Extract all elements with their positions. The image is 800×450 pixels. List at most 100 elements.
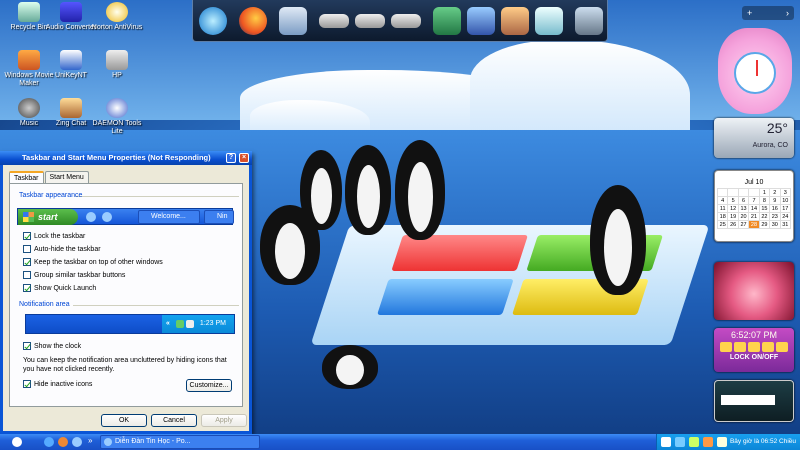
notification-info-text: You can keep the notification area unclu…: [23, 357, 227, 373]
calendar-day[interactable]: 12: [727, 204, 739, 213]
calendar-day[interactable]: 6: [737, 196, 750, 205]
lock-toggle[interactable]: LOCK ON/OFF: [714, 354, 794, 361]
tray-icon[interactable]: [703, 437, 713, 447]
tools-icon[interactable]: [501, 6, 529, 35]
drive-icon[interactable]: [391, 13, 421, 28]
my-computer-icon[interactable]: [279, 6, 307, 35]
calendar-day[interactable]: 30: [769, 220, 781, 229]
calendar-day[interactable]: 3: [779, 188, 792, 197]
calendar-day[interactable]: 16: [769, 204, 781, 213]
calendar-day[interactable]: [737, 188, 750, 197]
desktop-icon-daemon-tools[interactable]: DAEMON Tools Lite: [88, 98, 146, 136]
desktop-icon-norton-antivirus[interactable]: Norton AntiVirus: [88, 2, 146, 32]
calendar-day[interactable]: 7: [748, 196, 760, 205]
customize-button[interactable]: Customize...: [186, 379, 232, 392]
calendar-day[interactable]: 10: [779, 196, 792, 205]
calendar-day[interactable]: 9: [769, 196, 781, 205]
top-dock: [192, 0, 608, 42]
power-icon[interactable]: [720, 342, 732, 352]
recycle-bin-icon[interactable]: [575, 6, 603, 35]
tray-icon[interactable]: [675, 437, 685, 447]
calendar-day[interactable]: 11: [716, 204, 729, 213]
slideshow-gadget[interactable]: [714, 262, 794, 320]
notebook-icon[interactable]: [433, 6, 461, 35]
apply-button[interactable]: Apply: [201, 414, 247, 427]
option-keep-on-top[interactable]: Keep the taskbar on top of other windows: [23, 257, 163, 267]
tray-icon[interactable]: [661, 437, 671, 447]
desktop-icon-hp[interactable]: HP: [88, 50, 146, 80]
calendar-day[interactable]: 8: [758, 196, 771, 205]
dialog-titlebar[interactable]: Taskbar and Start Menu Properties (Not R…: [0, 151, 252, 165]
calendar-day[interactable]: 19: [727, 212, 739, 221]
internet-explorer-icon[interactable]: [199, 6, 227, 35]
checkbox[interactable]: [23, 232, 31, 240]
add-gadget-button[interactable]: +: [747, 8, 752, 18]
calendar-day[interactable]: 21: [748, 212, 760, 221]
calendar-day[interactable]: 22: [758, 212, 771, 221]
start-button-icon[interactable]: [12, 437, 22, 447]
settings-icon[interactable]: [748, 342, 760, 352]
notes-field[interactable]: [721, 395, 775, 405]
option-group-buttons[interactable]: Group similar taskbar buttons: [23, 270, 125, 280]
option-hide-inactive[interactable]: Hide inactive icons: [23, 379, 92, 389]
calendar-day[interactable]: [716, 188, 729, 197]
drive-icon[interactable]: [355, 13, 385, 28]
sleep-icon[interactable]: [776, 342, 788, 352]
calendar-day[interactable]: 4: [716, 196, 729, 205]
checkbox[interactable]: [23, 271, 31, 279]
calendar-day[interactable]: 1: [758, 188, 771, 197]
calendar-day[interactable]: 17: [779, 204, 792, 213]
checkbox[interactable]: [23, 245, 31, 253]
tray-icon[interactable]: [689, 437, 699, 447]
firefox-icon[interactable]: [58, 437, 68, 447]
calendar-gadget[interactable]: Jul 10 1 2 3 4 5 6 7 8 9 10 11 12 13 14 15 16 17 18 19 20 21…: [714, 170, 794, 242]
cancel-button[interactable]: Cancel: [151, 414, 197, 427]
calendar-day[interactable]: 28: [748, 220, 760, 229]
calendar-day[interactable]: [727, 188, 739, 197]
calendar-day[interactable]: 13: [737, 204, 750, 213]
calendar-day[interactable]: 29: [758, 220, 771, 229]
option-quick-launch[interactable]: Show Quick Launch: [23, 283, 96, 293]
help-button[interactable]: ?: [226, 153, 236, 163]
calendar-day[interactable]: 20: [737, 212, 750, 221]
calendar-day[interactable]: 5: [727, 196, 739, 205]
checkbox[interactable]: [23, 284, 31, 292]
taskbar-task-button[interactable]: Diễn Đàn Tin Học - Po...: [100, 435, 260, 449]
calendar-day[interactable]: 18: [716, 212, 729, 221]
calendar-day[interactable]: 15: [758, 204, 771, 213]
pig-clock-gadget[interactable]: [718, 28, 792, 114]
tray-icon[interactable]: [717, 437, 727, 447]
taskbar-clock[interactable]: Bây giờ là 06:52 Chiều: [730, 434, 796, 450]
drive-icon[interactable]: [319, 13, 349, 28]
picture-icon[interactable]: [467, 6, 495, 35]
internet-explorer-icon[interactable]: [72, 437, 82, 447]
checkbox[interactable]: [23, 342, 31, 350]
calendar-day[interactable]: [748, 188, 760, 197]
next-page-button[interactable]: ›: [786, 8, 789, 18]
close-button[interactable]: ×: [239, 153, 249, 163]
ok-button[interactable]: OK: [101, 414, 147, 427]
notes-gadget[interactable]: [714, 380, 794, 422]
calendar-day[interactable]: 31: [779, 220, 792, 229]
checkbox[interactable]: [23, 380, 31, 388]
calendar-day[interactable]: 14: [748, 204, 760, 213]
calendar-day[interactable]: 24: [779, 212, 792, 221]
calendar-day[interactable]: 2: [769, 188, 781, 197]
calendar-day[interactable]: 27: [737, 220, 750, 229]
quick-launch-expand-icon[interactable]: »: [88, 436, 92, 445]
checkbox[interactable]: [23, 258, 31, 266]
logoff-icon[interactable]: [762, 342, 774, 352]
digital-clock-gadget[interactable]: 6:52:07 PM LOCK ON/OFF: [714, 328, 794, 372]
notepad-icon[interactable]: [535, 6, 563, 35]
calendar-day[interactable]: 25: [716, 220, 729, 229]
calendar-day[interactable]: 26: [727, 220, 739, 229]
restart-icon[interactable]: [734, 342, 746, 352]
option-auto-hide[interactable]: Auto-hide the taskbar: [23, 244, 101, 254]
quick-launch-icon[interactable]: [44, 437, 54, 447]
weather-gadget[interactable]: 25° Aurora, CO: [714, 118, 794, 158]
firefox-icon[interactable]: [239, 6, 267, 35]
tab-start-menu[interactable]: Start Menu: [44, 171, 89, 183]
calendar-day[interactable]: 23: [769, 212, 781, 221]
option-lock-taskbar[interactable]: Lock the taskbar: [23, 231, 85, 241]
option-show-clock[interactable]: Show the clock: [23, 341, 81, 351]
